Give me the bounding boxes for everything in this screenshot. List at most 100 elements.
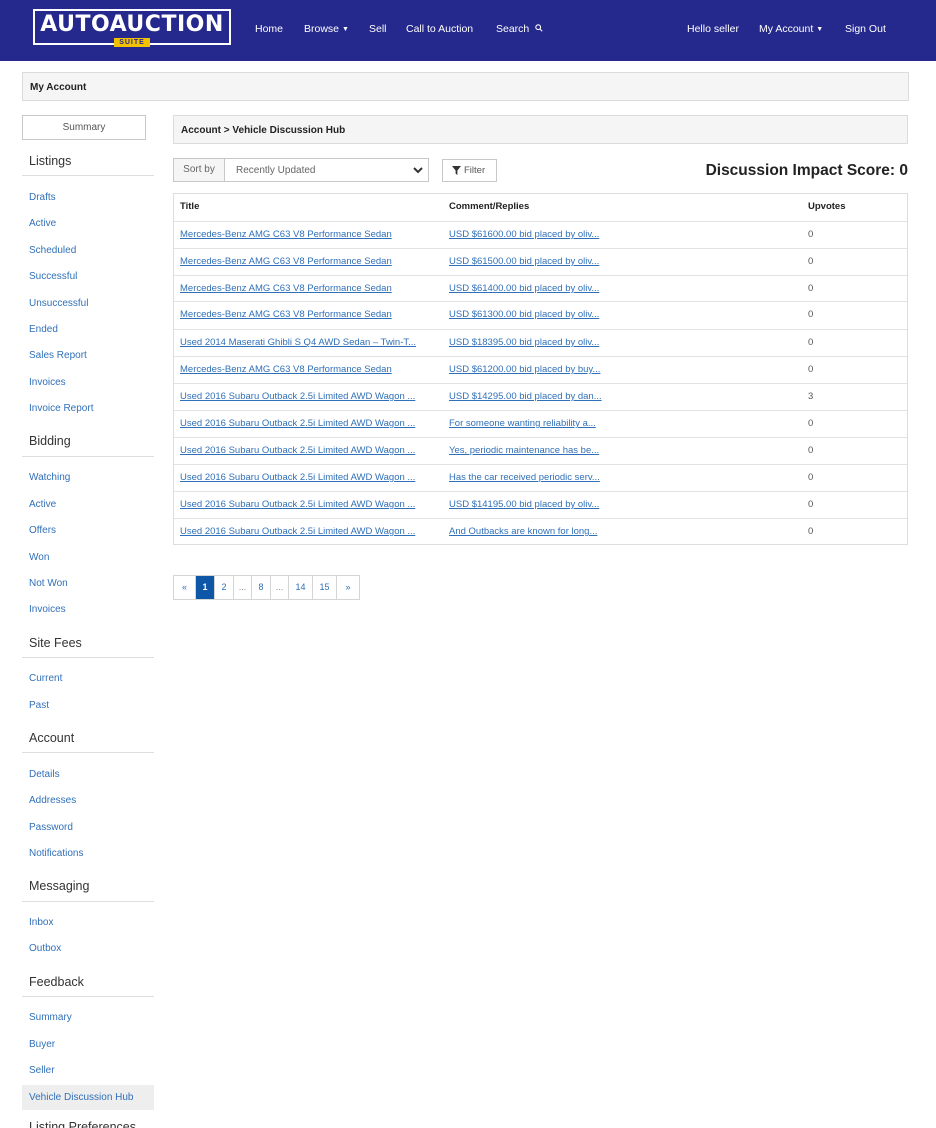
row-comment-cell: USD $61500.00 bid placed by oliv... <box>449 249 619 275</box>
listing-title-link[interactable]: Mercedes-Benz AMG C63 V8 Performance Sed… <box>180 229 392 240</box>
sidebar-summary-button[interactable]: Summary <box>22 115 146 140</box>
sidebar-item-successful[interactable]: Successful <box>29 271 77 283</box>
row-upvotes-cell: 0 <box>808 309 814 320</box>
row-upvotes-cell: 0 <box>808 337 814 348</box>
pagination-page-2[interactable]: 2 <box>215 576 234 599</box>
pagination-page-8[interactable]: 8 <box>252 576 271 599</box>
sidebar-item-listings-active[interactable]: Active <box>29 218 56 230</box>
comment-link[interactable]: USD $61600.00 bid placed by oliv... <box>449 229 599 240</box>
nav-home[interactable]: Home <box>255 23 283 36</box>
table-row: Used 2016 Subaru Outback 2.5i Limited AW… <box>174 383 907 410</box>
page-title: My Account <box>30 82 87 93</box>
sidebar-item-password[interactable]: Password <box>29 822 73 834</box>
sidebar-item-inbox[interactable]: Inbox <box>29 917 53 929</box>
comment-link[interactable]: USD $61400.00 bid placed by oliv... <box>449 283 599 294</box>
comment-link[interactable]: Has the car received periodic serv... <box>449 472 600 483</box>
row-comment-cell: USD $61200.00 bid placed by buy... <box>449 357 619 383</box>
listing-title-link[interactable]: Used 2014 Maserati Ghibli S Q4 AWD Sedan… <box>180 337 416 348</box>
pagination-page-1[interactable]: 1 <box>196 576 215 599</box>
sidebar-item-scheduled[interactable]: Scheduled <box>29 245 76 257</box>
row-comment-cell: USD $14195.00 bid placed by oliv... <box>449 492 619 518</box>
sidebar-item-watching[interactable]: Watching <box>29 472 70 484</box>
sidebar-item-outbox[interactable]: Outbox <box>29 943 61 955</box>
sidebar-heading-listings: Listings <box>29 154 72 168</box>
table-row: Used 2014 Maserati Ghibli S Q4 AWD Sedan… <box>174 329 907 356</box>
comment-link[interactable]: USD $14295.00 bid placed by dan... <box>449 391 602 402</box>
sidebar-item-current[interactable]: Current <box>29 673 62 685</box>
sort-select[interactable]: Sort by Recently Updated <box>173 158 429 182</box>
sidebar-heading-site-fees: Site Fees <box>29 636 82 650</box>
filter-button[interactable]: Filter <box>442 159 497 182</box>
comment-link[interactable]: USD $18395.00 bid placed by oliv... <box>449 337 599 348</box>
listing-title-link[interactable]: Used 2016 Subaru Outback 2.5i Limited AW… <box>180 472 415 483</box>
sidebar-item-feedback-summary[interactable]: Summary <box>29 1012 72 1024</box>
sidebar-item-not-won[interactable]: Not Won <box>29 578 68 590</box>
nav-my-account-label: My Account <box>759 23 814 35</box>
comment-link[interactable]: Yes, periodic maintenance has be... <box>449 445 599 456</box>
column-header-comment: Comment/Replies <box>449 201 530 212</box>
row-title-cell: Mercedes-Benz AMG C63 V8 Performance Sed… <box>180 276 442 302</box>
sidebar-item-bidding-active[interactable]: Active <box>29 499 56 511</box>
table-row: Mercedes-Benz AMG C63 V8 Performance Sed… <box>174 356 907 383</box>
sidebar-item-vehicle-discussion-hub[interactable]: Vehicle Discussion Hub <box>29 1092 134 1104</box>
nav-sign-out[interactable]: Sign Out <box>845 23 886 36</box>
listing-title-link[interactable]: Used 2016 Subaru Outback 2.5i Limited AW… <box>180 418 415 429</box>
nav-sell[interactable]: Sell <box>369 23 387 36</box>
sidebar-item-addresses[interactable]: Addresses <box>29 795 76 807</box>
sidebar-item-past[interactable]: Past <box>29 700 49 712</box>
listing-title-link[interactable]: Mercedes-Benz AMG C63 V8 Performance Sed… <box>180 256 392 267</box>
pagination-next-button[interactable]: » <box>337 576 359 599</box>
sidebar-item-seller[interactable]: Seller <box>29 1065 55 1077</box>
search-icon <box>535 24 543 32</box>
comment-link[interactable]: USD $61500.00 bid placed by oliv... <box>449 256 599 267</box>
row-title-cell: Mercedes-Benz AMG C63 V8 Performance Sed… <box>180 357 442 383</box>
sidebar-item-listings-invoices[interactable]: Invoices <box>29 377 66 389</box>
table-row: Mercedes-Benz AMG C63 V8 Performance Sed… <box>174 221 907 248</box>
nav-hello-user[interactable]: Hello seller <box>687 23 739 36</box>
sidebar-item-sales-report[interactable]: Sales Report <box>29 350 87 362</box>
nav-call-to-auction[interactable]: Call to Auction <box>406 23 473 36</box>
sidebar-item-ended[interactable]: Ended <box>29 324 58 336</box>
row-comment-cell: USD $61600.00 bid placed by oliv... <box>449 222 619 248</box>
sidebar-divider <box>22 456 154 457</box>
pagination-page-14[interactable]: 14 <box>289 576 313 599</box>
sidebar-item-drafts[interactable]: Drafts <box>29 192 56 204</box>
comment-link[interactable]: USD $61300.00 bid placed by oliv... <box>449 309 599 320</box>
listing-title-link[interactable]: Used 2016 Subaru Outback 2.5i Limited AW… <box>180 499 415 510</box>
sidebar-item-details[interactable]: Details <box>29 769 60 781</box>
row-upvotes-cell: 0 <box>808 499 814 510</box>
sidebar-item-invoice-report[interactable]: Invoice Report <box>29 403 93 415</box>
row-title-cell: Used 2016 Subaru Outback 2.5i Limited AW… <box>180 465 442 491</box>
comment-link[interactable]: USD $61200.00 bid placed by buy... <box>449 364 600 375</box>
pagination-page-15[interactable]: 15 <box>313 576 337 599</box>
nav-my-account[interactable]: My Account ▼ <box>759 23 823 37</box>
listing-title-link[interactable]: Mercedes-Benz AMG C63 V8 Performance Sed… <box>180 283 392 294</box>
nav-search[interactable]: Search <box>496 23 543 36</box>
listing-title-link[interactable]: Used 2016 Subaru Outback 2.5i Limited AW… <box>180 391 415 402</box>
sidebar-item-offers[interactable]: Offers <box>29 525 56 537</box>
listing-title-link[interactable]: Mercedes-Benz AMG C63 V8 Performance Sed… <box>180 364 392 375</box>
table-row: Used 2016 Subaru Outback 2.5i Limited AW… <box>174 464 907 491</box>
row-upvotes-cell: 0 <box>808 229 814 240</box>
chevron-down-icon: ▼ <box>816 26 824 33</box>
sidebar-item-notifications[interactable]: Notifications <box>29 848 83 860</box>
row-title-cell: Used 2016 Subaru Outback 2.5i Limited AW… <box>180 519 442 545</box>
row-upvotes-cell: 0 <box>808 283 814 294</box>
comment-link[interactable]: And Outbacks are known for long... <box>449 526 597 537</box>
page-title-bar: My Account <box>22 72 909 101</box>
comment-link[interactable]: USD $14195.00 bid placed by oliv... <box>449 499 599 510</box>
sidebar-item-won[interactable]: Won <box>29 552 49 564</box>
comment-link[interactable]: For someone wanting reliability a... <box>449 418 596 429</box>
listing-title-link[interactable]: Used 2016 Subaru Outback 2.5i Limited AW… <box>180 526 415 537</box>
pagination-prev-button[interactable]: « <box>174 576 196 599</box>
logo-text: AUTOAUCTION <box>40 12 224 37</box>
sidebar-item-buyer[interactable]: Buyer <box>29 1039 55 1051</box>
nav-browse[interactable]: Browse ▼ <box>304 23 349 37</box>
listing-title-link[interactable]: Mercedes-Benz AMG C63 V8 Performance Sed… <box>180 309 392 320</box>
sidebar-item-unsuccessful[interactable]: Unsuccessful <box>29 298 88 310</box>
row-title-cell: Mercedes-Benz AMG C63 V8 Performance Sed… <box>180 222 442 248</box>
site-logo[interactable]: AUTOAUCTION SUITE <box>33 9 231 47</box>
row-comment-cell: USD $61300.00 bid placed by oliv... <box>449 302 619 328</box>
listing-title-link[interactable]: Used 2016 Subaru Outback 2.5i Limited AW… <box>180 445 415 456</box>
sidebar-item-bidding-invoices[interactable]: Invoices <box>29 604 66 616</box>
